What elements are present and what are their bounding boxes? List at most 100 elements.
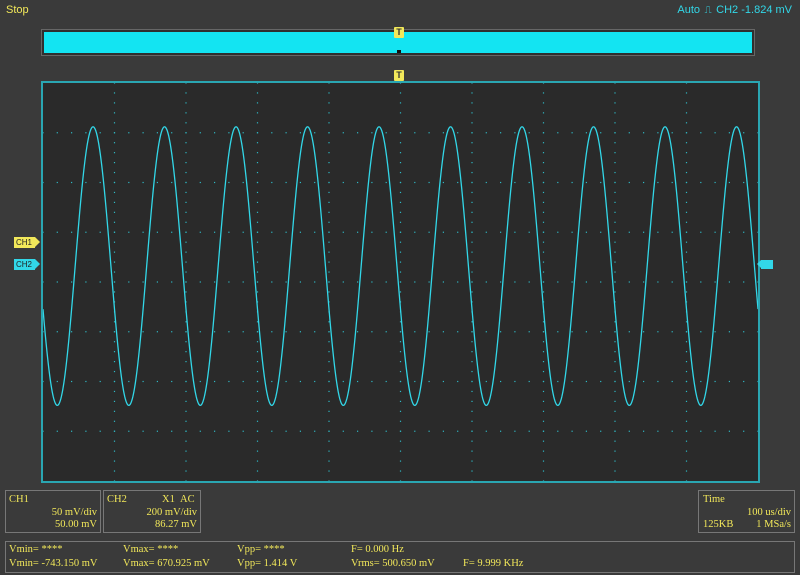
graticule-dot [628,380,630,383]
graticule-dot [328,470,330,472]
ch1-info-panel[interactable]: CH1 50 mV/div 50.00 mV [5,490,101,533]
graticule-dot [256,112,259,114]
graticule-dot [685,281,688,283]
graticule-dot [142,331,144,333]
graticule-dot [571,281,573,283]
graticule-dot [457,132,459,134]
graticule-dot [113,162,116,164]
graticule-dot [256,430,259,432]
graticule-dot [256,460,259,462]
graticule-dot [728,430,730,432]
graticule-dot [113,251,116,253]
graticule-dot [142,231,144,233]
graticule-dot [171,380,173,383]
graticule-dot [685,370,688,373]
graticule-dot [542,191,545,194]
graticule-dot [171,281,173,283]
graticule-dot [56,331,58,333]
graticule-dot [542,132,545,134]
graticule-dot [71,430,73,432]
graticule-dot [328,261,330,263]
graticule-dot [457,380,459,383]
graticule-dot [657,281,659,283]
graticule-dot [700,331,702,333]
graticule-dot [399,201,402,203]
graticule-dot [471,92,473,94]
graticule-dot [56,281,58,283]
graticule-dot [542,122,545,124]
graticule-dot [585,331,587,333]
graticule-dot [685,480,688,482]
trigger-status[interactable]: Auto ⎍ CH2 -1.824 mV [677,4,792,16]
graticule-dot [442,231,444,233]
graticule-dot [256,102,259,104]
graticule-dot [199,132,201,134]
graticule-dot [113,400,116,402]
graticule-dot [328,370,330,373]
graticule-dot [614,82,616,84]
trigger-position-marker-top[interactable]: T [394,27,404,38]
graticule-dot [700,231,702,233]
ch2-info-panel[interactable]: CH2 X1 AC 200 mV/div 86.27 mV [103,490,201,533]
graticule-dot [485,281,487,283]
graticule-dot [528,132,530,134]
graticule-dot [256,271,259,273]
graticule-dot [113,102,116,104]
graticule-dot [85,181,87,184]
graticule-dot [743,132,745,134]
run-state[interactable]: Stop [6,4,29,16]
graticule-dot [271,231,273,233]
ch1-offset-marker[interactable]: CH1 [14,237,41,248]
trigger-position-marker[interactable]: T [394,70,404,81]
graticule-dot [614,211,616,213]
graticule-dot [471,331,473,333]
graticule-dot [714,430,716,432]
graticule-dot [585,181,587,184]
graticule-dot [328,291,330,293]
graticule-dot [328,390,330,393]
measurement-panel[interactable]: Vmin= **** Vmax= **** Vpp= **** F= 0.000… [5,541,795,573]
graticule-dot [685,390,688,393]
ch2-scale: 200 mV/div [146,507,197,518]
graticule-dot [299,380,301,383]
graticule-dot [328,92,330,94]
graticule-dot [271,281,273,283]
graticule-dot [256,122,259,124]
graticule-dot [714,331,716,333]
graticule-dot [399,331,402,333]
graticule-dot [185,122,187,124]
trigger-level-marker[interactable] [757,260,773,269]
graticule-dot [113,341,116,343]
graticule-dot [185,211,187,213]
graticule-dot [299,331,301,333]
graticule-dot [328,361,330,363]
timebase-panel[interactable]: Time 100 us/div 125KB 1 MSa/s [698,490,795,533]
graticule-dot [113,460,116,462]
memory-position-marker [397,50,401,53]
ch1-frequency: F= 0.000 Hz [351,544,404,555]
graticule-dot [757,430,759,432]
ch2-offset-marker[interactable]: CH2 [14,259,41,270]
graticule-dot [56,380,58,383]
graticule-dot [342,331,344,333]
graticule-dot [185,430,187,432]
graticule-dot [500,281,502,283]
graticule-dot [256,291,259,293]
graticule-dot [514,231,516,233]
graticule-dot [242,181,244,184]
waveform-display[interactable] [41,81,760,483]
graticule-dot [399,281,402,283]
graticule-dot [428,281,430,283]
graticule-dot [471,460,473,462]
graticule-dot [471,82,473,84]
graticule-dot [628,231,630,233]
graticule-dot [414,430,416,432]
graticule-dot [542,370,545,373]
graticule-dot [614,390,616,393]
graticule-dot [643,231,645,233]
graticule-dot [685,361,688,363]
graticule-dot [371,380,373,383]
graticule-dot [614,261,616,263]
graticule-dot [328,241,330,243]
graticule-dot [214,132,216,134]
